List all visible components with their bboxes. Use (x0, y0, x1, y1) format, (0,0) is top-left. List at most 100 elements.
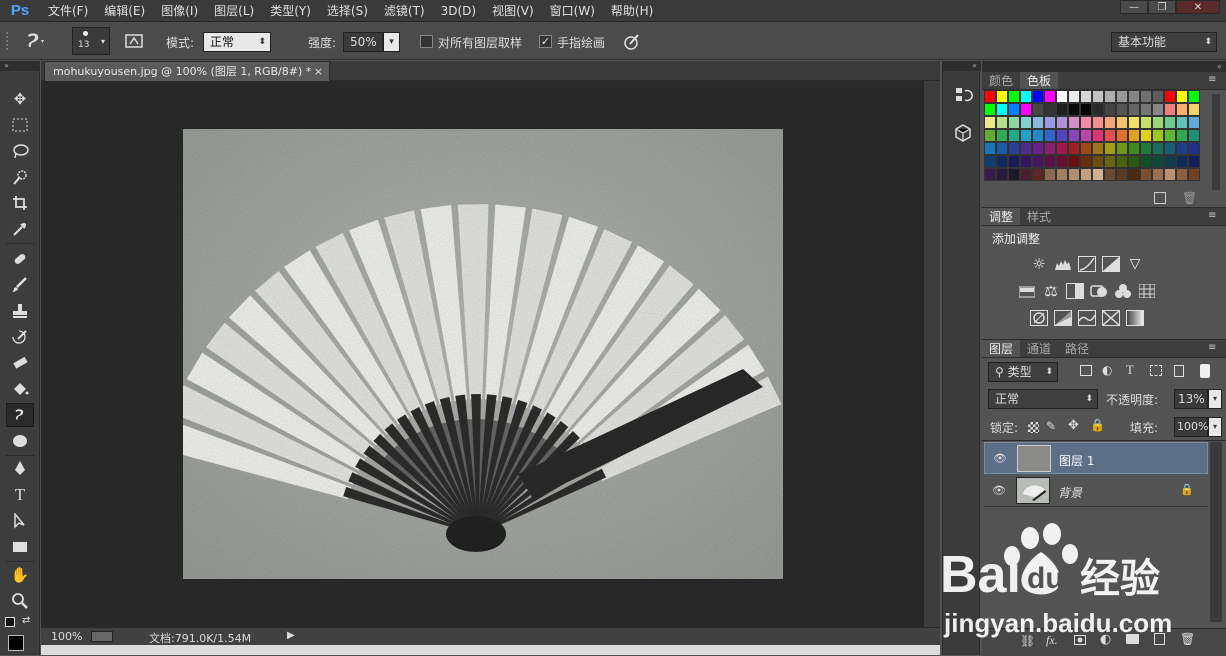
color-swatch[interactable] (1116, 168, 1128, 181)
panel-menu-icon[interactable]: ≡ (1208, 210, 1216, 221)
crop-tool-icon[interactable] (6, 191, 34, 215)
color-swatch[interactable] (1068, 129, 1080, 142)
sample-all-layers-checkbox[interactable] (420, 35, 433, 48)
tab-color[interactable]: 颜色 (982, 72, 1020, 89)
menu-file[interactable]: 文件(F) (40, 2, 96, 19)
type-tool-icon[interactable]: T (6, 483, 34, 507)
paint-bucket-tool-icon[interactable] (6, 377, 34, 401)
color-swatch[interactable] (1080, 142, 1092, 155)
color-swatch[interactable] (1164, 129, 1176, 142)
clone-stamp-tool-icon[interactable] (6, 299, 34, 323)
add-mask-icon[interactable] (1074, 635, 1086, 645)
color-swatch[interactable] (1152, 129, 1164, 142)
color-swatch[interactable] (984, 103, 996, 116)
eyedropper-tool-icon[interactable] (6, 217, 34, 241)
color-swatch[interactable] (1020, 142, 1032, 155)
color-swatch[interactable] (1176, 90, 1188, 103)
color-swatch[interactable] (1188, 90, 1200, 103)
color-swatch[interactable] (984, 90, 996, 103)
color-swatch[interactable] (1044, 103, 1056, 116)
color-swatch[interactable] (1104, 129, 1116, 142)
color-swatch[interactable] (1008, 129, 1020, 142)
color-swatch[interactable] (1152, 116, 1164, 129)
history-brush-tool-icon[interactable] (6, 325, 34, 349)
gradient-map-icon[interactable] (1126, 310, 1144, 326)
color-swatch[interactable] (1080, 155, 1092, 168)
healing-brush-tool-icon[interactable] (6, 247, 34, 271)
color-swatch[interactable] (996, 116, 1008, 129)
hand-tool-icon[interactable]: ✋ (6, 563, 34, 587)
color-swatch[interactable] (1188, 142, 1200, 155)
mode-dropdown[interactable]: 正常 ⬍ (203, 32, 271, 52)
color-swatch[interactable] (984, 168, 996, 181)
color-swatch[interactable] (1164, 142, 1176, 155)
horizontal-scrollbar[interactable] (41, 645, 940, 655)
opacity-input[interactable]: 13% (1174, 389, 1208, 409)
lock-position-icon[interactable]: ✥ (1068, 418, 1079, 433)
color-swatch[interactable] (1020, 103, 1032, 116)
tab-channels[interactable]: 通道 (1020, 340, 1058, 357)
menu-view[interactable]: 视图(V) (484, 2, 542, 19)
color-swatch[interactable] (1176, 116, 1188, 129)
color-swatch[interactable] (1056, 142, 1068, 155)
color-swatch[interactable] (1020, 116, 1032, 129)
filter-toggle-switch[interactable] (1200, 364, 1210, 378)
eye-icon[interactable]: 👁 (993, 452, 1007, 465)
color-swatch[interactable] (1104, 116, 1116, 129)
default-colors-icon[interactable] (5, 617, 15, 627)
move-tool-icon[interactable]: ✥ (6, 87, 34, 111)
color-swatch[interactable] (1032, 142, 1044, 155)
lock-all-icon[interactable]: 🔒 (1090, 418, 1105, 432)
color-swatch[interactable] (1080, 103, 1092, 116)
color-swatch[interactable] (1116, 129, 1128, 142)
color-swatch[interactable] (1056, 116, 1068, 129)
color-swatch[interactable] (1092, 168, 1104, 181)
color-swatch[interactable] (1032, 103, 1044, 116)
close-button[interactable]: ✕ (1176, 0, 1220, 14)
color-swatch[interactable] (1044, 116, 1056, 129)
color-swatch[interactable] (1152, 90, 1164, 103)
document-canvas[interactable] (183, 129, 783, 579)
color-swatch[interactable] (1044, 168, 1056, 181)
collapse-arrows-icon[interactable]: » (0, 61, 40, 71)
brush-size-picker[interactable]: 13 ▾ (72, 27, 110, 55)
color-swatch[interactable] (1152, 142, 1164, 155)
zoom-level[interactable]: 100% (51, 630, 82, 643)
curves-icon[interactable] (1078, 256, 1096, 272)
color-swatch[interactable] (1188, 155, 1200, 168)
adjustment-layer-icon[interactable]: ◐ (1100, 632, 1111, 647)
color-swatch[interactable] (1068, 90, 1080, 103)
tab-swatches[interactable]: 色板 (1020, 72, 1059, 89)
color-swatch[interactable] (1116, 116, 1128, 129)
color-swatch[interactable] (996, 129, 1008, 142)
color-swatch[interactable] (1104, 90, 1116, 103)
color-swatch[interactable] (1068, 116, 1080, 129)
color-swatch[interactable] (1092, 129, 1104, 142)
restore-button[interactable]: ❐ (1148, 0, 1176, 14)
grip-handle[interactable] (6, 32, 10, 50)
channel-mixer-icon[interactable] (1114, 283, 1132, 299)
new-group-icon[interactable] (1126, 634, 1139, 644)
color-swatch[interactable] (1092, 116, 1104, 129)
color-swatch[interactable] (1080, 116, 1092, 129)
color-swatch[interactable] (1080, 90, 1092, 103)
panel-menu-icon[interactable]: ≡ (1208, 74, 1216, 85)
foreground-color-swatch[interactable] (8, 635, 24, 651)
color-swatch[interactable] (1020, 129, 1032, 142)
color-swatch[interactable] (1032, 168, 1044, 181)
menu-filter[interactable]: 滤镜(T) (376, 2, 433, 19)
color-swatch[interactable] (1140, 155, 1152, 168)
color-swatch[interactable] (1140, 168, 1152, 181)
menu-select[interactable]: 选择(S) (319, 2, 376, 19)
exposure-icon[interactable] (1102, 256, 1120, 272)
posterize-icon[interactable] (1054, 310, 1072, 326)
color-swatch[interactable] (1164, 90, 1176, 103)
menu-edit[interactable]: 编辑(E) (96, 2, 153, 19)
workspace-dropdown[interactable]: 基本功能 ⬍ (1111, 32, 1217, 52)
filter-type-icon[interactable]: T (1126, 362, 1134, 378)
color-swatch[interactable] (1008, 103, 1020, 116)
lasso-tool-icon[interactable] (6, 139, 34, 163)
color-swatch[interactable] (1116, 103, 1128, 116)
color-swatch[interactable] (996, 142, 1008, 155)
color-swatch[interactable] (1128, 90, 1140, 103)
